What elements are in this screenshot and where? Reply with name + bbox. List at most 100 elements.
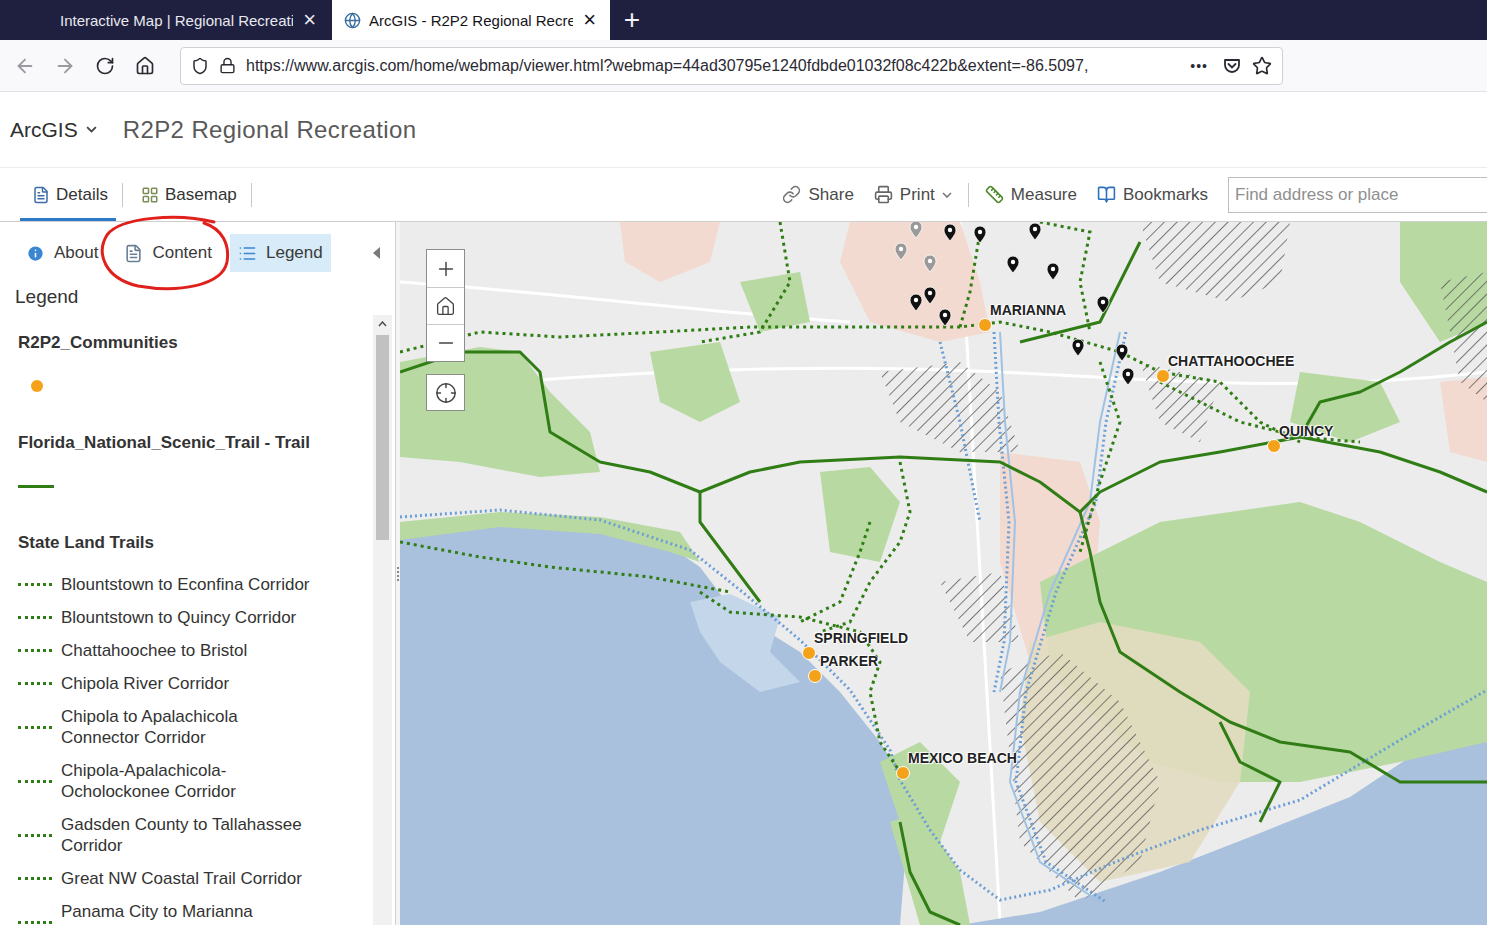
community-dot[interactable] <box>1156 369 1170 383</box>
symbol-row <box>18 376 373 396</box>
scroll-up-icon[interactable] <box>378 321 387 327</box>
locate-button[interactable] <box>426 374 465 411</box>
side-panel: About Content LegendLegend R2P2_Communities… <box>0 222 395 925</box>
legend-item: Great NW Coastal Trail Corridor <box>18 862 373 895</box>
map-pin-icon[interactable] <box>910 294 922 311</box>
map-pin-icon[interactable] <box>1097 296 1109 313</box>
panel-tab[interactable]: About <box>18 234 106 272</box>
browser-tab[interactable]: Interactive Map | Regional Recreati× <box>48 0 330 40</box>
map-pin-icon[interactable] <box>910 222 922 238</box>
community-label: SPRINGFIELD <box>814 629 908 647</box>
legend-item-label: Chipola to Apalachicola Connector Corrid… <box>61 706 315 748</box>
scroll-up-button[interactable] <box>373 315 392 333</box>
more-button[interactable]: ••• <box>1186 58 1212 74</box>
community-dot[interactable] <box>1267 439 1281 453</box>
map-pin-icon[interactable] <box>1116 344 1128 361</box>
symbol-row <box>18 476 373 496</box>
map-canvas[interactable] <box>400 222 1487 925</box>
legend-item-label: Blountstown to Econfina Corridor <box>61 574 310 595</box>
legend-item: Blountstown to Quincy Corridor <box>18 601 373 634</box>
community-dot[interactable] <box>896 766 910 780</box>
browser-window: Interactive Map | Regional Recreati×ArcG… <box>0 0 1487 925</box>
map-pin-icon[interactable] <box>944 224 956 241</box>
zoom-out-button[interactable] <box>427 324 464 361</box>
map-title: R2P2 Regional Recreation <box>123 116 417 144</box>
panel-tabs: About Content Legend <box>0 222 395 272</box>
dotted-line-symbol <box>18 877 52 880</box>
new-tab-button[interactable]: + <box>610 0 654 40</box>
community-dot[interactable] <box>978 318 992 332</box>
tab-close[interactable]: × <box>581 9 598 31</box>
legend-item: Panama City to Marianna Corridor <box>18 895 373 925</box>
map-pin-icon[interactable] <box>924 255 936 272</box>
map-pin-icon[interactable] <box>1047 263 1059 280</box>
scrollbar[interactable] <box>373 315 392 925</box>
map-pin-icon[interactable] <box>1029 223 1041 240</box>
community-label: MARIANNA <box>990 301 1066 319</box>
dotted-line-symbol <box>18 616 52 619</box>
minus-icon <box>435 332 457 354</box>
tool-button[interactable]: Bookmarks <box>1087 168 1218 221</box>
scroll-thumb[interactable] <box>376 335 389 540</box>
shield-icon <box>191 57 209 75</box>
view-tab[interactable]: Basemap <box>129 168 245 221</box>
community-label: PARKER <box>820 652 878 670</box>
toolbar: DetailsBasemap SharePrintMeasureBookmarks <box>0 167 1487 222</box>
tool-button[interactable]: Share <box>772 168 863 221</box>
browser-tab[interactable]: ArcGIS - R2P2 Regional Recrea× <box>332 0 610 40</box>
map-pin-icon[interactable] <box>974 226 986 243</box>
search-input[interactable] <box>1228 177 1487 213</box>
tool-button[interactable]: Measure <box>975 168 1087 221</box>
layer-title: State Land Trails <box>18 532 373 554</box>
dotted-line-symbol <box>18 649 52 652</box>
zoom-in-button[interactable] <box>427 250 464 287</box>
separator <box>251 183 252 207</box>
solid-trails <box>400 242 1487 925</box>
map-pin-icon[interactable] <box>939 309 951 326</box>
house-icon <box>135 56 155 76</box>
legend-item: Chattahoochee to Bristol <box>18 634 373 667</box>
url-text: https://www.arcgis.com/home/webmap/viewe… <box>246 57 1176 75</box>
zoom-controls <box>426 249 465 362</box>
legend-item: Gadsden County to Tallahassee Corridor <box>18 808 373 862</box>
map-pin-icon[interactable] <box>1072 339 1084 356</box>
info-icon <box>26 244 45 263</box>
collapse-icon[interactable] <box>372 246 381 260</box>
map-pins <box>895 222 1134 385</box>
map-view[interactable]: MARIANNACHATTAHOOCHEEQUINCYSPRINGFIELDPA… <box>400 222 1487 925</box>
legend-item: Chipola-Apalachicola-Ocholockonee Corrid… <box>18 754 373 808</box>
home-button[interactable] <box>128 49 162 83</box>
forward-button[interactable] <box>48 49 82 83</box>
house-icon <box>435 296 456 317</box>
legend-layer: R2P2_Communities <box>18 332 373 396</box>
map-pin-icon[interactable] <box>895 243 907 260</box>
map-pin-icon[interactable] <box>1007 256 1019 273</box>
legend-layer: State Land Trails Blountstown to Econfina… <box>18 532 373 925</box>
legend-item: Chipola to Apalachicola Connector Corrid… <box>18 700 373 754</box>
community-dot[interactable] <box>808 669 822 683</box>
pocket-icon[interactable] <box>1222 56 1242 76</box>
panel-tab[interactable]: Content <box>116 234 220 272</box>
url-field[interactable]: https://www.arcgis.com/home/webmap/viewe… <box>180 47 1283 85</box>
grid-icon <box>141 186 159 204</box>
reload-button[interactable] <box>88 49 122 83</box>
community-dot[interactable] <box>802 646 816 660</box>
bookmark-icon <box>1097 185 1116 204</box>
panel-tab[interactable]: Legend <box>230 234 331 272</box>
back-button[interactable] <box>8 49 42 83</box>
dotted-trails <box>400 222 1360 772</box>
tool-button[interactable]: Print <box>864 168 962 221</box>
map-pin-icon[interactable] <box>924 287 936 304</box>
dotted-line-symbol <box>18 921 52 924</box>
tab-close[interactable]: × <box>301 9 318 31</box>
collapse-button[interactable] <box>372 246 381 260</box>
home-extent-button[interactable] <box>427 287 464 324</box>
separator <box>968 183 969 207</box>
list-icon <box>238 244 257 263</box>
view-tab[interactable]: Details <box>20 168 116 221</box>
app-header: ArcGIS R2P2 Regional Recreation <box>0 92 1487 167</box>
map-pin-icon[interactable] <box>1122 368 1134 385</box>
star-icon[interactable] <box>1252 56 1272 76</box>
layer-title: Florida_National_Scenic_Trail - Trail <box>18 432 373 454</box>
brand-menu[interactable]: ArcGIS <box>10 118 97 142</box>
